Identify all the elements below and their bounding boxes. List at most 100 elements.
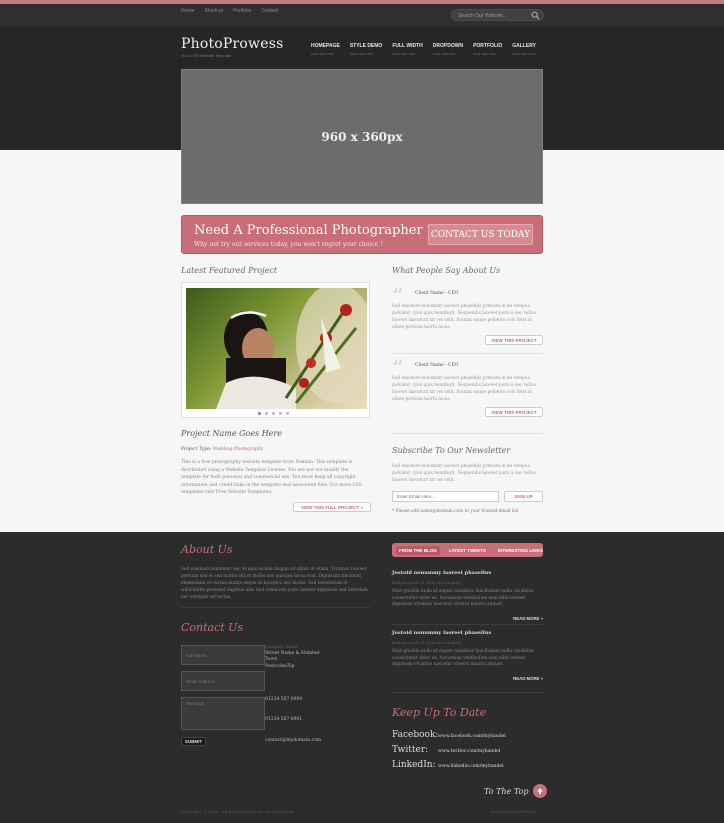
main-navigation: HOMEPAGE back start here STYLE DEMO back s… — [311, 43, 536, 56]
nav-label: PORTFOLIO — [473, 43, 503, 49]
view-project-button[interactable]: VIEW THIS PROJECT — [485, 335, 543, 345]
hero-slider-placeholder: 960 x 360px — [181, 69, 543, 204]
post-excerpt: Mist gravida nulla at augue curabitur fa… — [392, 589, 534, 607]
project-type-label: Project Type: — [181, 447, 212, 452]
footer-divider — [392, 624, 543, 625]
contact-us-button[interactable]: CONTACT US TODAY — [428, 224, 533, 245]
footer-divider — [392, 692, 543, 693]
postcode-line: Postcode/Zip — [265, 663, 295, 669]
read-more-link[interactable]: READ MORE » — [513, 616, 543, 621]
nav-sublabel: back start here — [432, 52, 456, 56]
testimonial-text: Sed euismod nonummy laoreet phasellus pr… — [392, 376, 536, 402]
nav-item-homepage[interactable]: HOMEPAGE back start here — [311, 43, 340, 56]
divider — [392, 353, 543, 354]
sign-up-button[interactable]: SIGN UP — [504, 491, 543, 502]
tab-from-the-blog[interactable]: FROM THE BLOG — [396, 545, 440, 555]
topnav-link[interactable]: Portfolio — [233, 8, 251, 14]
testimonial-item: “ Client Name - CEO Sed euismod nonummy … — [392, 287, 543, 357]
pagination-dot[interactable] — [272, 412, 275, 415]
blog-post: Justoid nonummy laoreet phasellus Posted… — [392, 570, 543, 626]
nav-item-gallery[interactable]: GALLERY back start here — [512, 43, 536, 56]
twitter-link[interactable]: www.twitter.com/mybandel — [438, 749, 500, 754]
site-tagline: Your CSS Website Template — [181, 53, 232, 58]
read-more-link[interactable]: READ MORE » — [513, 676, 543, 681]
to-the-top-button[interactable]: To The Top — [484, 784, 547, 798]
social-heading: Keep Up To Date — [392, 706, 487, 719]
blog-post: Justoid nonummy laoreet phasellus Posted… — [392, 630, 543, 686]
tab-latest-tweets[interactable]: LATEST TWEETS — [446, 546, 489, 555]
about-heading: About Us — [181, 543, 233, 556]
post-excerpt: Mist gravida nulla at augue curabitur fa… — [392, 649, 534, 667]
post-title[interactable]: Justoid nonummy laoreet phasellus — [392, 630, 543, 636]
social-label: LinkedIn: — [392, 760, 436, 770]
newsletter-email-input[interactable] — [392, 491, 499, 502]
arrow-up-icon — [532, 784, 547, 798]
nav-sublabel: back start here — [349, 52, 373, 56]
social-label: Facebook: — [392, 730, 439, 740]
post-title[interactable]: Justoid nonummy laoreet phasellus — [392, 570, 543, 576]
search-box — [451, 9, 544, 21]
pagination-dot[interactable] — [286, 412, 289, 415]
tab-interesting-links[interactable]: INTERESTING LINKS — [495, 546, 546, 555]
project-type-value[interactable]: Wedding Photography — [213, 447, 264, 452]
nav-item-style-demo[interactable]: STYLE DEMO back start here — [350, 43, 383, 56]
search-input[interactable] — [458, 12, 528, 19]
nav-item-full-width[interactable]: FULL WIDTH back start here — [392, 43, 422, 56]
pagination-dot[interactable] — [258, 412, 261, 415]
nav-item-portfolio[interactable]: PORTFOLIO back start here — [473, 43, 502, 56]
divider — [392, 433, 543, 434]
nav-sublabel: back start here — [473, 52, 497, 56]
site-logo[interactable]: PhotoProwess — [181, 36, 284, 52]
submit-button[interactable]: SUBMIT — [181, 737, 206, 746]
featured-photo[interactable] — [186, 288, 367, 409]
newsletter-heading: Subscribe To Our Newsletter — [392, 446, 511, 455]
cta-title: Need A Professional Photographer ? — [194, 223, 434, 238]
nav-label: FULL WIDTH — [392, 43, 423, 49]
nav-label: DROPDOWN — [432, 43, 464, 49]
project-title: Project Name Goes Here — [181, 429, 282, 438]
top-navigation: Home Shortcut Portfolio Contact — [181, 8, 279, 14]
cta-subtitle: Why not try our services today, you won'… — [194, 241, 383, 248]
to-top-label: To The Top — [484, 786, 529, 796]
topnav-link[interactable]: Contact — [261, 8, 278, 14]
credit-text: Template from Website — [490, 809, 537, 814]
pagination-dot[interactable] — [279, 412, 282, 415]
pagination-dot[interactable] — [265, 412, 268, 415]
testimonial-text: Sed euismod nonummy laoreet phasellus pr… — [392, 304, 536, 330]
email-field[interactable] — [181, 671, 265, 691]
post-meta: Posted on 01.01.2030 in Category — [392, 640, 461, 645]
nav-label: STYLE DEMO — [349, 43, 383, 49]
top-bar — [0, 4, 724, 26]
search-icon[interactable] — [531, 11, 540, 20]
footer-tabs: FROM THE BLOG LATEST TWEETS INTERESTING … — [392, 543, 543, 557]
featured-photo-frame — [181, 282, 370, 418]
view-full-project-button[interactable]: VIEW THIS FULL PROJECT » — [293, 502, 371, 512]
nav-label: GALLERY — [512, 43, 536, 49]
topnav-link[interactable]: Shortcut — [204, 8, 223, 14]
social-twitter: Twitter: www.twitter.com/mybandel — [392, 745, 500, 755]
full-name-field[interactable] — [181, 645, 265, 665]
contact-email[interactable]: contact@mydomain.com — [265, 738, 375, 745]
view-project-button[interactable]: VIEW THIS PROJECT — [485, 407, 543, 417]
linkedin-link[interactable]: www.linkedin.com/mybandel — [438, 764, 504, 769]
project-description: This is a free photography website templ… — [181, 460, 362, 495]
project-type: Project Type: Wedding Photography — [181, 447, 263, 452]
slider-size-label: 960 x 360px — [321, 129, 403, 144]
message-field[interactable] — [181, 697, 265, 730]
testimonials-heading: What People Say About Us — [392, 266, 501, 275]
contact-address: Company Name Street Name & Number Town P… — [265, 644, 375, 670]
nav-sublabel: back start here — [392, 52, 416, 56]
topnav-link[interactable]: Home — [181, 8, 194, 14]
contact-tel: 01234 567 8900 — [265, 697, 303, 702]
social-linkedin: LinkedIn: www.linkedin.com/mybandel — [392, 760, 504, 770]
facebook-link[interactable]: www.facebook.com/mybandel — [438, 734, 506, 739]
bride-photo-icon — [216, 288, 367, 409]
client-name: Client Name - CEO — [415, 291, 459, 296]
testimonial-item: “ Client Name - CEO Sed euismod nonummy … — [392, 359, 543, 429]
social-facebook: Facebook: www.facebook.com/mybandel — [392, 730, 506, 740]
footer-divider — [181, 607, 370, 608]
nav-sublabel: back start here — [311, 52, 335, 56]
newsletter-note: * Please add name@domain.com to your tru… — [392, 509, 519, 514]
call-to-action-banner: Need A Professional Photographer ? Why n… — [181, 215, 543, 254]
nav-item-dropdown[interactable]: DROPDOWN back start here — [433, 43, 463, 56]
